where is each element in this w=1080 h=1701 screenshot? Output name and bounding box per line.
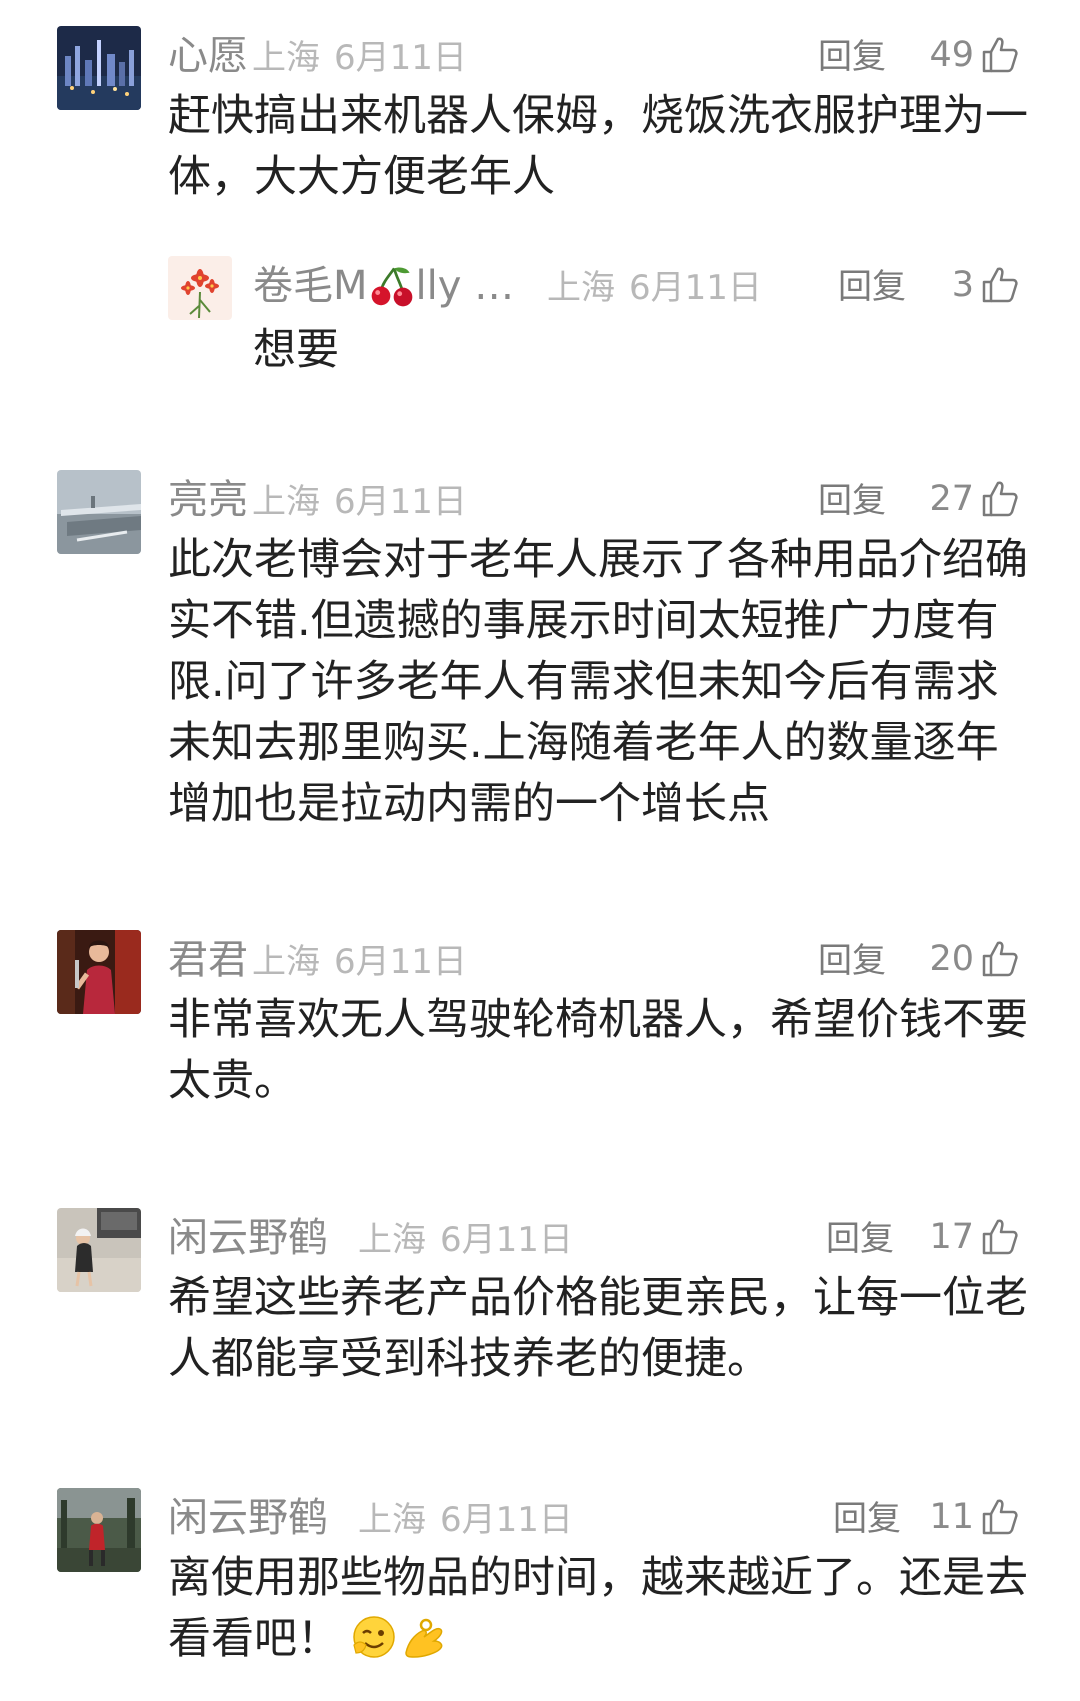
like-count: 49 bbox=[929, 35, 974, 75]
like-button[interactable]: 49 bbox=[929, 30, 1020, 80]
reply-button[interactable]: 回复 bbox=[818, 480, 886, 522]
comment-text: 希望这些养老产品价格能更亲民，让每一位老人都能享受到科技养老的便捷。 bbox=[168, 1273, 1028, 1384]
date: 6月11日 bbox=[440, 1500, 573, 1540]
date: 6月11日 bbox=[440, 1220, 573, 1260]
like-button[interactable]: 3 bbox=[952, 260, 1020, 310]
avatar[interactable] bbox=[57, 470, 141, 554]
location: 上海 bbox=[252, 482, 320, 522]
ok-hand-icon bbox=[405, 1618, 443, 1658]
location: 上海 bbox=[358, 1220, 426, 1260]
like-button[interactable]: 17 bbox=[929, 1212, 1020, 1262]
date: 6月11日 bbox=[334, 482, 467, 522]
comment-text-container: 离使用那些物品的时间，越来越近了。还是去看看吧！ bbox=[168, 1548, 1028, 1678]
like-count: 3 bbox=[951, 265, 974, 305]
comment-text: 离使用那些物品的时间，越来越近了。还是去看看吧！ bbox=[168, 1553, 1028, 1664]
thumbs-up-icon bbox=[982, 37, 1018, 73]
thumbs-up-icon bbox=[982, 1219, 1018, 1255]
reply-button[interactable]: 回复 bbox=[826, 1218, 894, 1260]
location: 上海 bbox=[252, 38, 320, 78]
comment-text: 非常喜欢无人驾驶轮椅机器人，希望价钱不要太贵。 bbox=[168, 995, 1028, 1106]
username[interactable]: 闲云野鹤 bbox=[168, 1214, 328, 1262]
reply-button[interactable]: 回复 bbox=[818, 940, 886, 982]
comment-text: 赶快搞出来机器人保姆，烧饭洗衣服护理为一体，大大方便老年人 bbox=[168, 91, 1028, 202]
reply-button[interactable]: 回复 bbox=[833, 1498, 901, 1540]
reply-button[interactable]: 回复 bbox=[818, 36, 886, 78]
date: 6月11日 bbox=[334, 38, 467, 78]
like-count: 20 bbox=[929, 939, 974, 979]
username-part1: 卷毛M bbox=[253, 263, 368, 309]
like-button[interactable]: 11 bbox=[929, 1492, 1020, 1542]
location: 上海 bbox=[358, 1500, 426, 1540]
reply-text: 想要 bbox=[253, 325, 339, 375]
username[interactable]: 卷毛M lly … bbox=[253, 262, 514, 310]
location: 上海 bbox=[252, 942, 320, 982]
username[interactable]: 闲云野鹤 bbox=[168, 1494, 328, 1542]
wink-face-icon bbox=[353, 1616, 395, 1658]
username-part2: lly … bbox=[415, 263, 515, 309]
avatar[interactable] bbox=[168, 256, 232, 320]
username[interactable]: 心愿 bbox=[168, 32, 248, 80]
username[interactable]: 君君 bbox=[168, 936, 248, 984]
like-count: 27 bbox=[929, 479, 974, 519]
like-button[interactable]: 20 bbox=[929, 934, 1020, 984]
avatar[interactable] bbox=[57, 1488, 141, 1572]
thumbs-up-icon bbox=[982, 481, 1018, 517]
thumbs-up-icon bbox=[982, 1499, 1018, 1535]
avatar[interactable] bbox=[57, 26, 141, 110]
like-count: 17 bbox=[929, 1217, 974, 1257]
thumbs-up-icon bbox=[982, 267, 1018, 303]
date: 6月11日 bbox=[334, 942, 467, 982]
avatar[interactable] bbox=[57, 1208, 141, 1292]
username[interactable]: 亮亮 bbox=[168, 476, 248, 524]
like-count: 11 bbox=[929, 1497, 974, 1537]
cherries-icon bbox=[371, 267, 412, 307]
reply-header: 卷毛M lly … 上海 6月11日 回复 3 bbox=[253, 256, 1020, 326]
date: 6月11日 bbox=[629, 268, 762, 308]
like-button[interactable]: 27 bbox=[929, 474, 1020, 524]
thumbs-up-icon bbox=[982, 941, 1018, 977]
comment-text: 此次老博会对于老年人展示了各种用品介绍确实不错.但遗撼的事展示时间太短推广力度有… bbox=[168, 535, 1028, 829]
avatar[interactable] bbox=[57, 930, 141, 1014]
location: 上海 bbox=[547, 268, 615, 308]
reply-button[interactable]: 回复 bbox=[838, 266, 906, 308]
emoji-group bbox=[350, 1613, 450, 1678]
